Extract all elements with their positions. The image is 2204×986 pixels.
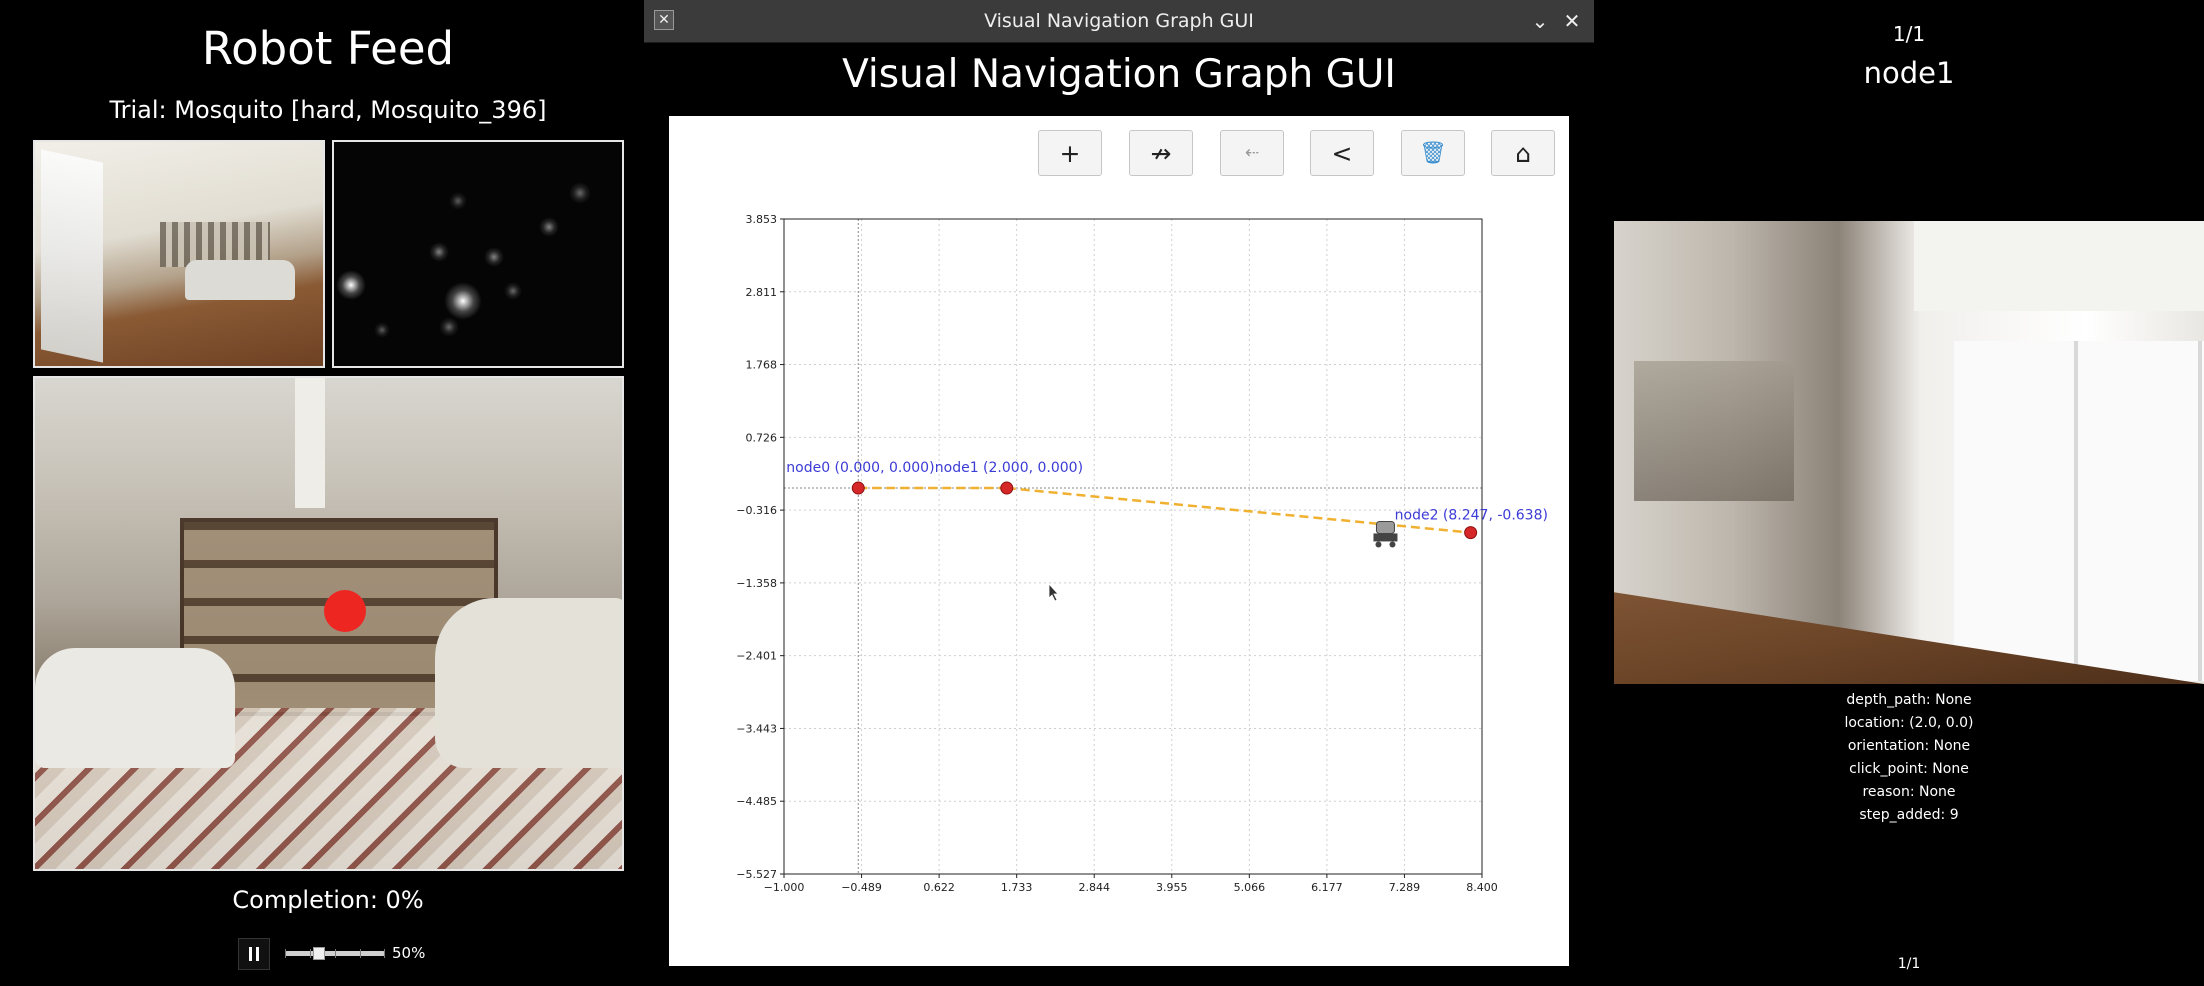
x-tick-label: −1.000 (764, 881, 805, 894)
x-tick-label: 3.955 (1156, 881, 1188, 894)
heat-blob (439, 317, 459, 337)
rgb-camera-image (33, 140, 325, 368)
robot-wheel (1389, 541, 1396, 548)
robot-wheel (1375, 541, 1382, 548)
pause-icon-bar (249, 947, 252, 961)
graph-plot-panel[interactable]: + ↛ ⇠ < 🗑 ⌂ −1.000 −0.489 0.622 1.733 2.844 3… (669, 116, 1569, 966)
completion-label: Completion: 0% (232, 886, 424, 914)
x-tick-label: 5.066 (1234, 881, 1266, 894)
graph-node-2[interactable] (1464, 526, 1478, 540)
window-element (41, 149, 103, 363)
x-tick-label: 8.400 (1466, 881, 1498, 894)
hallway-element (1634, 361, 1794, 501)
x-tick-label: 1.733 (1001, 881, 1033, 894)
x-tick-label: 6.177 (1311, 881, 1343, 894)
graph-plot[interactable]: −1.000 −0.489 0.622 1.733 2.844 3.955 5.066 6.1… (669, 116, 1569, 966)
couch-right (435, 598, 622, 768)
x-tick-label: 2.844 (1078, 881, 1110, 894)
info-depth-path: depth_path: None (1846, 692, 1972, 708)
x-tick-label: 7.289 (1389, 881, 1421, 894)
graph-node-label: node1 (2.000, 0.000) (935, 460, 1083, 476)
robot-feed-title: Robot Feed (201, 22, 455, 75)
y-tick-label: −2.401 (736, 650, 777, 663)
heat-blob (336, 270, 366, 300)
couch-left (35, 648, 235, 768)
graph-nodes[interactable]: node0 (0.000, 0.000) node1 (2.000, 0.000)… (786, 460, 1548, 540)
x-tick-label: 0.622 (923, 881, 955, 894)
graph-node-label: node2 (8.247, -0.638) (1395, 508, 1548, 524)
close-icon[interactable]: ✕ (1557, 6, 1587, 36)
speed-label: 50% (392, 944, 426, 962)
y-tick-label: −5.527 (736, 868, 777, 881)
page-indicator-bottom: 1/1 (1897, 956, 1921, 972)
pause-button[interactable] (238, 938, 270, 970)
speed-slider[interactable] (285, 947, 385, 960)
window-title: Visual Navigation Graph GUI (984, 10, 1254, 32)
pause-icon-bar (256, 947, 259, 961)
info-location: location: (2.0, 0.0) (1844, 715, 1974, 731)
y-tick-label: −3.443 (736, 722, 777, 735)
page-indicator-top: 1/1 (1892, 22, 1926, 46)
gui-heading: Visual Navigation Graph GUI (842, 52, 1396, 97)
goal-view-image[interactable] (33, 376, 624, 871)
axis-ticks: −1.000 −0.489 0.622 1.733 2.844 3.955 5.066 6.1… (736, 213, 1497, 894)
heat-blob (444, 282, 482, 320)
depth-heatmap-image (332, 140, 624, 368)
heat-blob (539, 217, 559, 237)
navigation-graph-window: ✕ Visual Navigation Graph GUI ⌄ ✕ Visual… (644, 0, 1594, 986)
node-view-image (1614, 221, 2204, 684)
ceiling-beam (295, 378, 325, 508)
heat-blob (484, 247, 504, 267)
info-step-added: step_added: 9 (1859, 807, 1959, 823)
graph-node-label: node0 (0.000, 0.000) (786, 460, 934, 476)
info-click-point: click_point: None (1849, 761, 1969, 777)
y-tick-label: −4.485 (736, 795, 777, 808)
heat-blob (569, 182, 591, 204)
window-titlebar[interactable]: ✕ Visual Navigation Graph GUI ⌄ ✕ (644, 0, 1594, 43)
robot-body (1375, 520, 1395, 534)
heat-blob (504, 282, 522, 300)
robot-icon (1373, 520, 1398, 548)
robot-base (1373, 533, 1398, 542)
heat-blob (429, 242, 449, 262)
y-tick-label: 1.768 (746, 359, 778, 372)
info-orientation: orientation: None (1847, 738, 1971, 754)
sofa-element (185, 260, 295, 300)
node-name-title: node1 (1863, 56, 1955, 90)
x-tick-label: −0.489 (841, 881, 882, 894)
y-tick-label: −0.316 (736, 504, 777, 517)
y-tick-label: 3.853 (746, 213, 778, 226)
counter-element (1914, 221, 2204, 311)
heat-blob (449, 192, 467, 210)
graph-node-1[interactable] (1000, 481, 1014, 495)
y-tick-label: 2.811 (746, 286, 778, 299)
y-tick-label: −1.358 (736, 577, 777, 590)
mouse-cursor-icon (1048, 582, 1059, 602)
y-tick-label: 0.726 (746, 431, 778, 444)
info-reason: reason: None (1862, 784, 1956, 800)
target-marker (324, 590, 366, 632)
trial-label: Trial: Mosquito [hard, Mosquito_396] (109, 96, 547, 124)
chevron-down-icon[interactable]: ⌄ (1525, 6, 1555, 36)
graph-node-0[interactable] (851, 481, 865, 495)
slider-thumb[interactable] (313, 947, 325, 960)
cabinet-element (1954, 341, 2204, 681)
heat-blob (374, 322, 390, 338)
